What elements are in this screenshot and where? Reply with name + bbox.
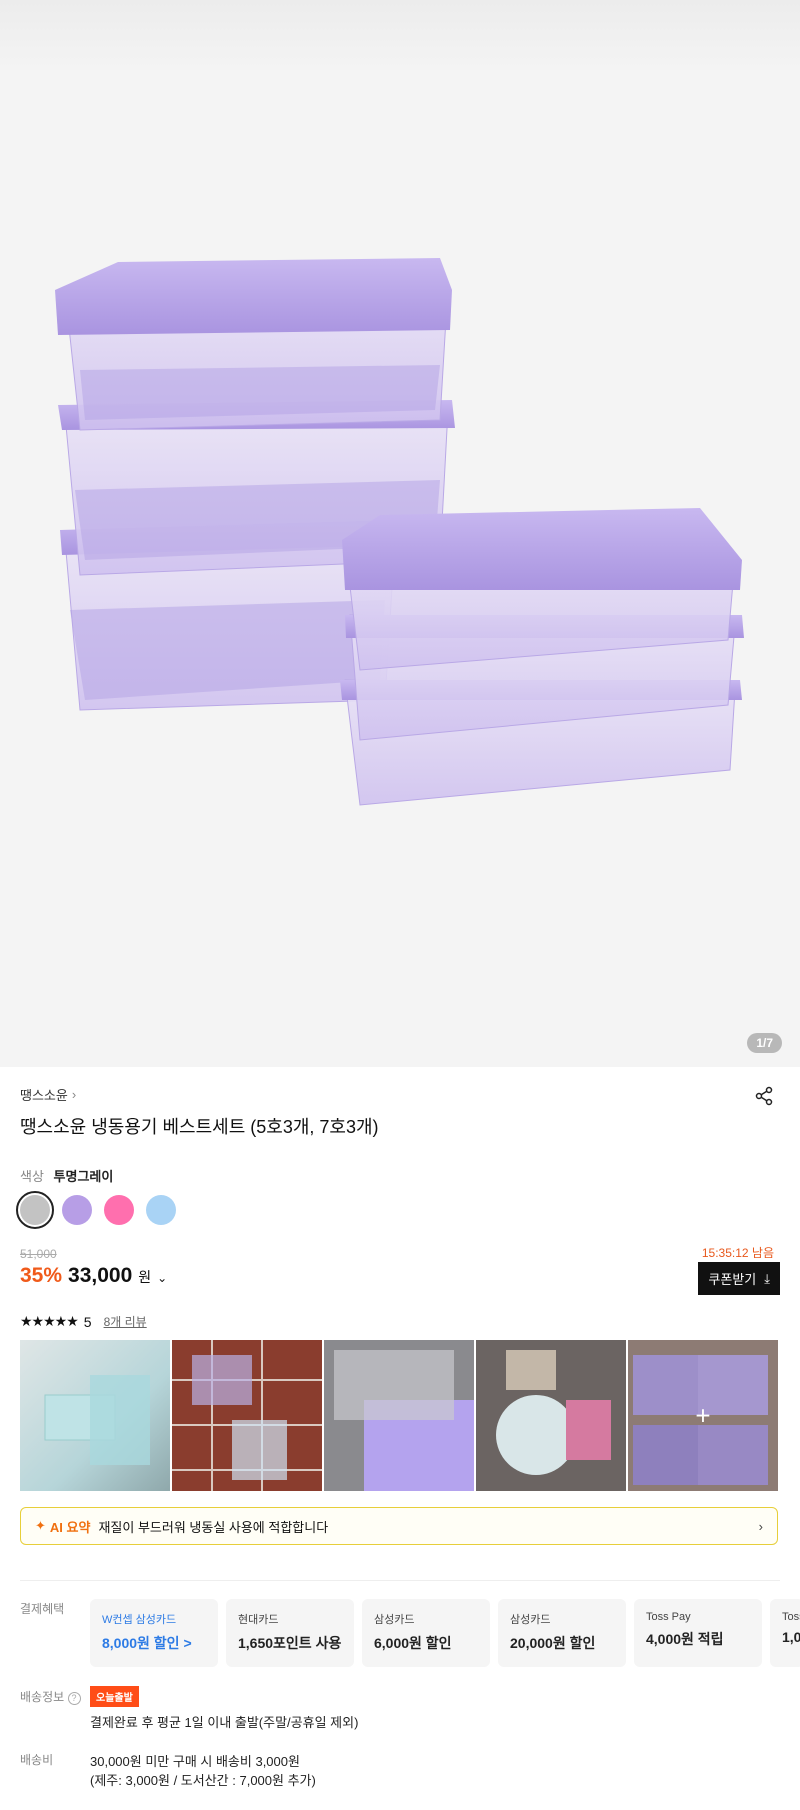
ai-summary-text: 재질이 부드러워 냉동실 사용에 적합합니다 xyxy=(98,1519,329,1535)
brand-link[interactable]: 땡스소윤 › xyxy=(20,1085,76,1104)
coupon-label: 쿠폰받기 xyxy=(708,1272,757,1287)
rating-row: ★★★★★ 5 8개 리뷰 xyxy=(20,1313,147,1330)
color-label: 색상 투명그레이 xyxy=(20,1166,113,1185)
payment-cards: W컨셉 삼성카드 8,000원 할인 > 현대카드 1,650포인트 사용 삼성… xyxy=(90,1599,800,1667)
payment-card[interactable]: W컨셉 삼성카드 8,000원 할인 > xyxy=(90,1599,218,1667)
sparkle-icon: ✦ xyxy=(35,1518,46,1533)
payment-card[interactable]: 삼성카드 20,000원 할인 xyxy=(498,1599,626,1667)
payment-card[interactable]: Toss 1,00 xyxy=(770,1599,800,1667)
download-icon: ⤓ xyxy=(764,1270,770,1286)
shipping-fee-line1: 30,000원 미만 구매 시 배송비 3,000원 xyxy=(90,1754,300,1769)
sale-price: 33,000 xyxy=(68,1264,133,1287)
rating-score: 5 xyxy=(83,1313,92,1330)
ai-summary-banner[interactable]: ✦ AI 요약 재질이 부드러워 냉동실 사용에 적합합니다 › xyxy=(20,1507,778,1545)
brand-name: 땡스소윤 xyxy=(20,1088,68,1103)
color-swatch[interactable] xyxy=(16,1191,54,1229)
shipping-label-text: 배송정보 xyxy=(20,1690,65,1704)
color-swatches xyxy=(16,1191,176,1229)
discount-rate: 35% xyxy=(20,1264,63,1287)
color-swatch[interactable] xyxy=(62,1195,92,1225)
card-benefit: 4,000원 적립 xyxy=(646,1631,724,1647)
product-image xyxy=(55,258,744,806)
card-benefit: 6,000원 할인 xyxy=(374,1635,452,1651)
card-name: 삼성카드 xyxy=(374,1614,415,1626)
review-count-link[interactable]: 8개 리뷰 xyxy=(104,1313,147,1330)
original-price: 51,000 xyxy=(20,1247,57,1261)
payment-card[interactable]: Toss Pay 4,000원 적립 xyxy=(634,1599,762,1667)
color-selected: 투명그레이 xyxy=(53,1169,114,1184)
coupon-button[interactable]: 쿠폰받기 ⤓ xyxy=(698,1262,780,1295)
chevron-right-icon: › xyxy=(71,1087,77,1102)
ai-summary-tag: AI 요약 xyxy=(49,1519,91,1535)
card-name: W컨셉 삼성카드 xyxy=(102,1614,177,1626)
payment-card[interactable]: 삼성카드 6,000원 할인 xyxy=(362,1599,490,1667)
chevron-down-icon: ⌄ xyxy=(157,1271,168,1285)
color-swatch[interactable] xyxy=(104,1195,134,1225)
card-name: 삼성카드 xyxy=(510,1614,551,1626)
coupon-timer: 15:35:12 남음 xyxy=(701,1246,774,1260)
product-title: 땡스소윤 냉동용기 베스트세트 (5호3개, 7호3개) xyxy=(20,1117,379,1137)
color-key: 색상 xyxy=(20,1169,44,1184)
shipping-fee-line2: (제주: 3,000원 / 도서산간 : 7,000원 추가) xyxy=(90,1773,316,1788)
image-pager: 1/7 xyxy=(747,1033,782,1053)
card-benefit: 20,000원 할인 xyxy=(510,1635,596,1651)
price-row[interactable]: 35% 33,000 원 ⌄ xyxy=(20,1264,167,1288)
review-photo[interactable] xyxy=(172,1340,322,1491)
review-photo[interactable] xyxy=(20,1340,170,1491)
payment-card[interactable]: 현대카드 1,650포인트 사용 xyxy=(226,1599,354,1667)
card-benefit: 1,650포인트 사용 xyxy=(238,1635,342,1651)
card-benefit: 8,000원 할인 > xyxy=(102,1635,192,1651)
card-name: 현대카드 xyxy=(238,1614,279,1626)
review-photo-more[interactable]: + xyxy=(628,1340,778,1491)
divider xyxy=(20,1580,780,1581)
price-unit: 원 xyxy=(138,1269,152,1285)
review-thumbnails: + xyxy=(20,1340,778,1491)
shipping-text: 결제완료 후 평균 1일 이내 출발(주말/공휴일 제외) xyxy=(90,1715,359,1730)
shipping-fee-label: 배송비 xyxy=(20,1753,54,1767)
chevron-right-icon: › xyxy=(758,1518,763,1534)
card-name: Toss Pay xyxy=(646,1611,691,1623)
review-photo[interactable] xyxy=(476,1340,626,1491)
same-day-badge: 오늘출발 xyxy=(90,1686,139,1707)
card-name: Toss xyxy=(782,1611,800,1623)
color-swatch[interactable] xyxy=(146,1195,176,1225)
share-icon[interactable] xyxy=(754,1086,774,1106)
star-rating-icon: ★★★★★ xyxy=(20,1313,79,1329)
card-benefit: 1,00 xyxy=(782,1629,800,1645)
shipping-info-label: 배송정보 ? xyxy=(20,1688,81,1705)
review-photo[interactable] xyxy=(324,1340,474,1491)
product-image-gallery[interactable]: 1/7 xyxy=(0,0,800,1067)
help-icon[interactable]: ? xyxy=(67,1692,81,1705)
payment-benefits-label: 결제혜택 xyxy=(20,1602,65,1616)
plus-icon: + xyxy=(695,1400,711,1430)
